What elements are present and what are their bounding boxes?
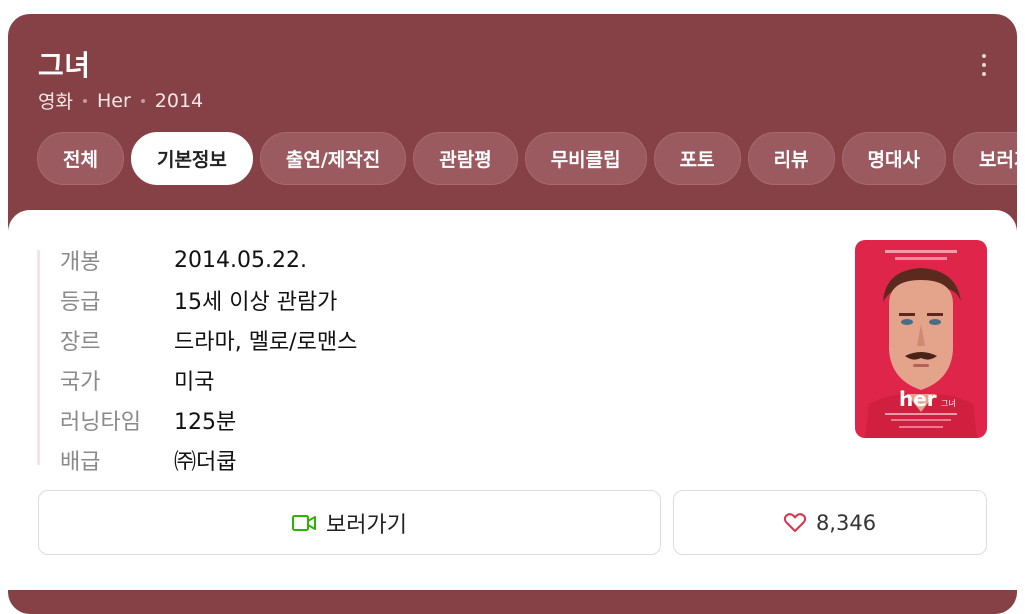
info-row-release: 개봉 2014.05.22. xyxy=(60,240,357,280)
movie-poster[interactable]: her 그녀 xyxy=(855,240,987,438)
poster-image: her 그녀 xyxy=(855,240,987,438)
info-value: 드라마, 멜로/로맨스 xyxy=(174,330,358,355)
info-label: 개봉 xyxy=(60,250,101,275)
info-value: ㈜더쿱 xyxy=(174,450,237,475)
separator-dot xyxy=(140,98,145,103)
meta-type: 영화 xyxy=(38,91,73,113)
watch-button[interactable]: 보러가기 xyxy=(38,490,661,555)
info-value: 2014.05.22. xyxy=(174,247,307,273)
info-value: 미국 xyxy=(174,370,215,395)
poster-title: her xyxy=(899,387,937,411)
tab-quotes[interactable]: 명대사 xyxy=(841,132,946,185)
video-camera-icon xyxy=(292,514,317,531)
info-label: 국가 xyxy=(60,370,101,395)
info-row-rating: 등급 15세 이상 관람가 xyxy=(60,280,357,320)
tab-bar: 전체 기본정보 출연/제작진 관람평 무비클립 포토 리뷰 명대사 보러가기 xyxy=(37,132,1017,185)
meta-original-title: Her xyxy=(96,89,131,112)
tab-reviews-rating[interactable]: 관람평 xyxy=(413,132,518,185)
info-row-country: 국가 미국 xyxy=(60,360,357,400)
tab-cast-crew[interactable]: 출연/제작진 xyxy=(259,132,407,185)
heart-icon xyxy=(783,512,806,532)
tab-movie-clips[interactable]: 무비클립 xyxy=(524,132,647,185)
info-row-genre: 장르 드라마, 멜로/로맨스 xyxy=(60,320,357,360)
poster-subtitle: 그녀 xyxy=(941,399,956,408)
movie-title: 그녀 xyxy=(38,49,91,82)
info-label: 장르 xyxy=(60,330,101,355)
tab-watch[interactable]: 보러가기 xyxy=(953,132,1017,185)
info-label: 러닝타임 xyxy=(60,410,141,435)
tab-basic-info[interactable]: 기본정보 xyxy=(130,132,253,185)
info-accent-bar xyxy=(37,250,40,465)
tab-all[interactable]: 전체 xyxy=(37,132,124,185)
info-row-distributor: 배급 ㈜더쿱 xyxy=(60,440,357,480)
info-value: 15세 이상 관람가 xyxy=(174,290,338,315)
info-label: 배급 xyxy=(60,450,101,475)
like-button[interactable]: 8,346 xyxy=(673,490,987,555)
separator-dot xyxy=(82,98,87,103)
info-value: 125분 xyxy=(174,410,237,435)
tab-reviews[interactable]: 리뷰 xyxy=(747,132,835,185)
like-count: 8,346 xyxy=(815,510,877,535)
more-options-icon[interactable] xyxy=(974,52,994,78)
tab-photos[interactable]: 포토 xyxy=(653,132,741,185)
info-row-runtime: 러닝타임 125분 xyxy=(60,400,357,440)
movie-meta: 영화 Her 2014 xyxy=(38,87,203,114)
info-panel: 개봉 2014.05.22. 등급 15세 이상 관람가 장르 드라마, 멜로/… xyxy=(8,210,1017,590)
info-list: 개봉 2014.05.22. 등급 15세 이상 관람가 장르 드라마, 멜로/… xyxy=(60,240,357,480)
meta-year: 2014 xyxy=(154,89,204,112)
info-label: 등급 xyxy=(60,290,101,315)
watch-button-label: 보러가기 xyxy=(326,512,407,538)
